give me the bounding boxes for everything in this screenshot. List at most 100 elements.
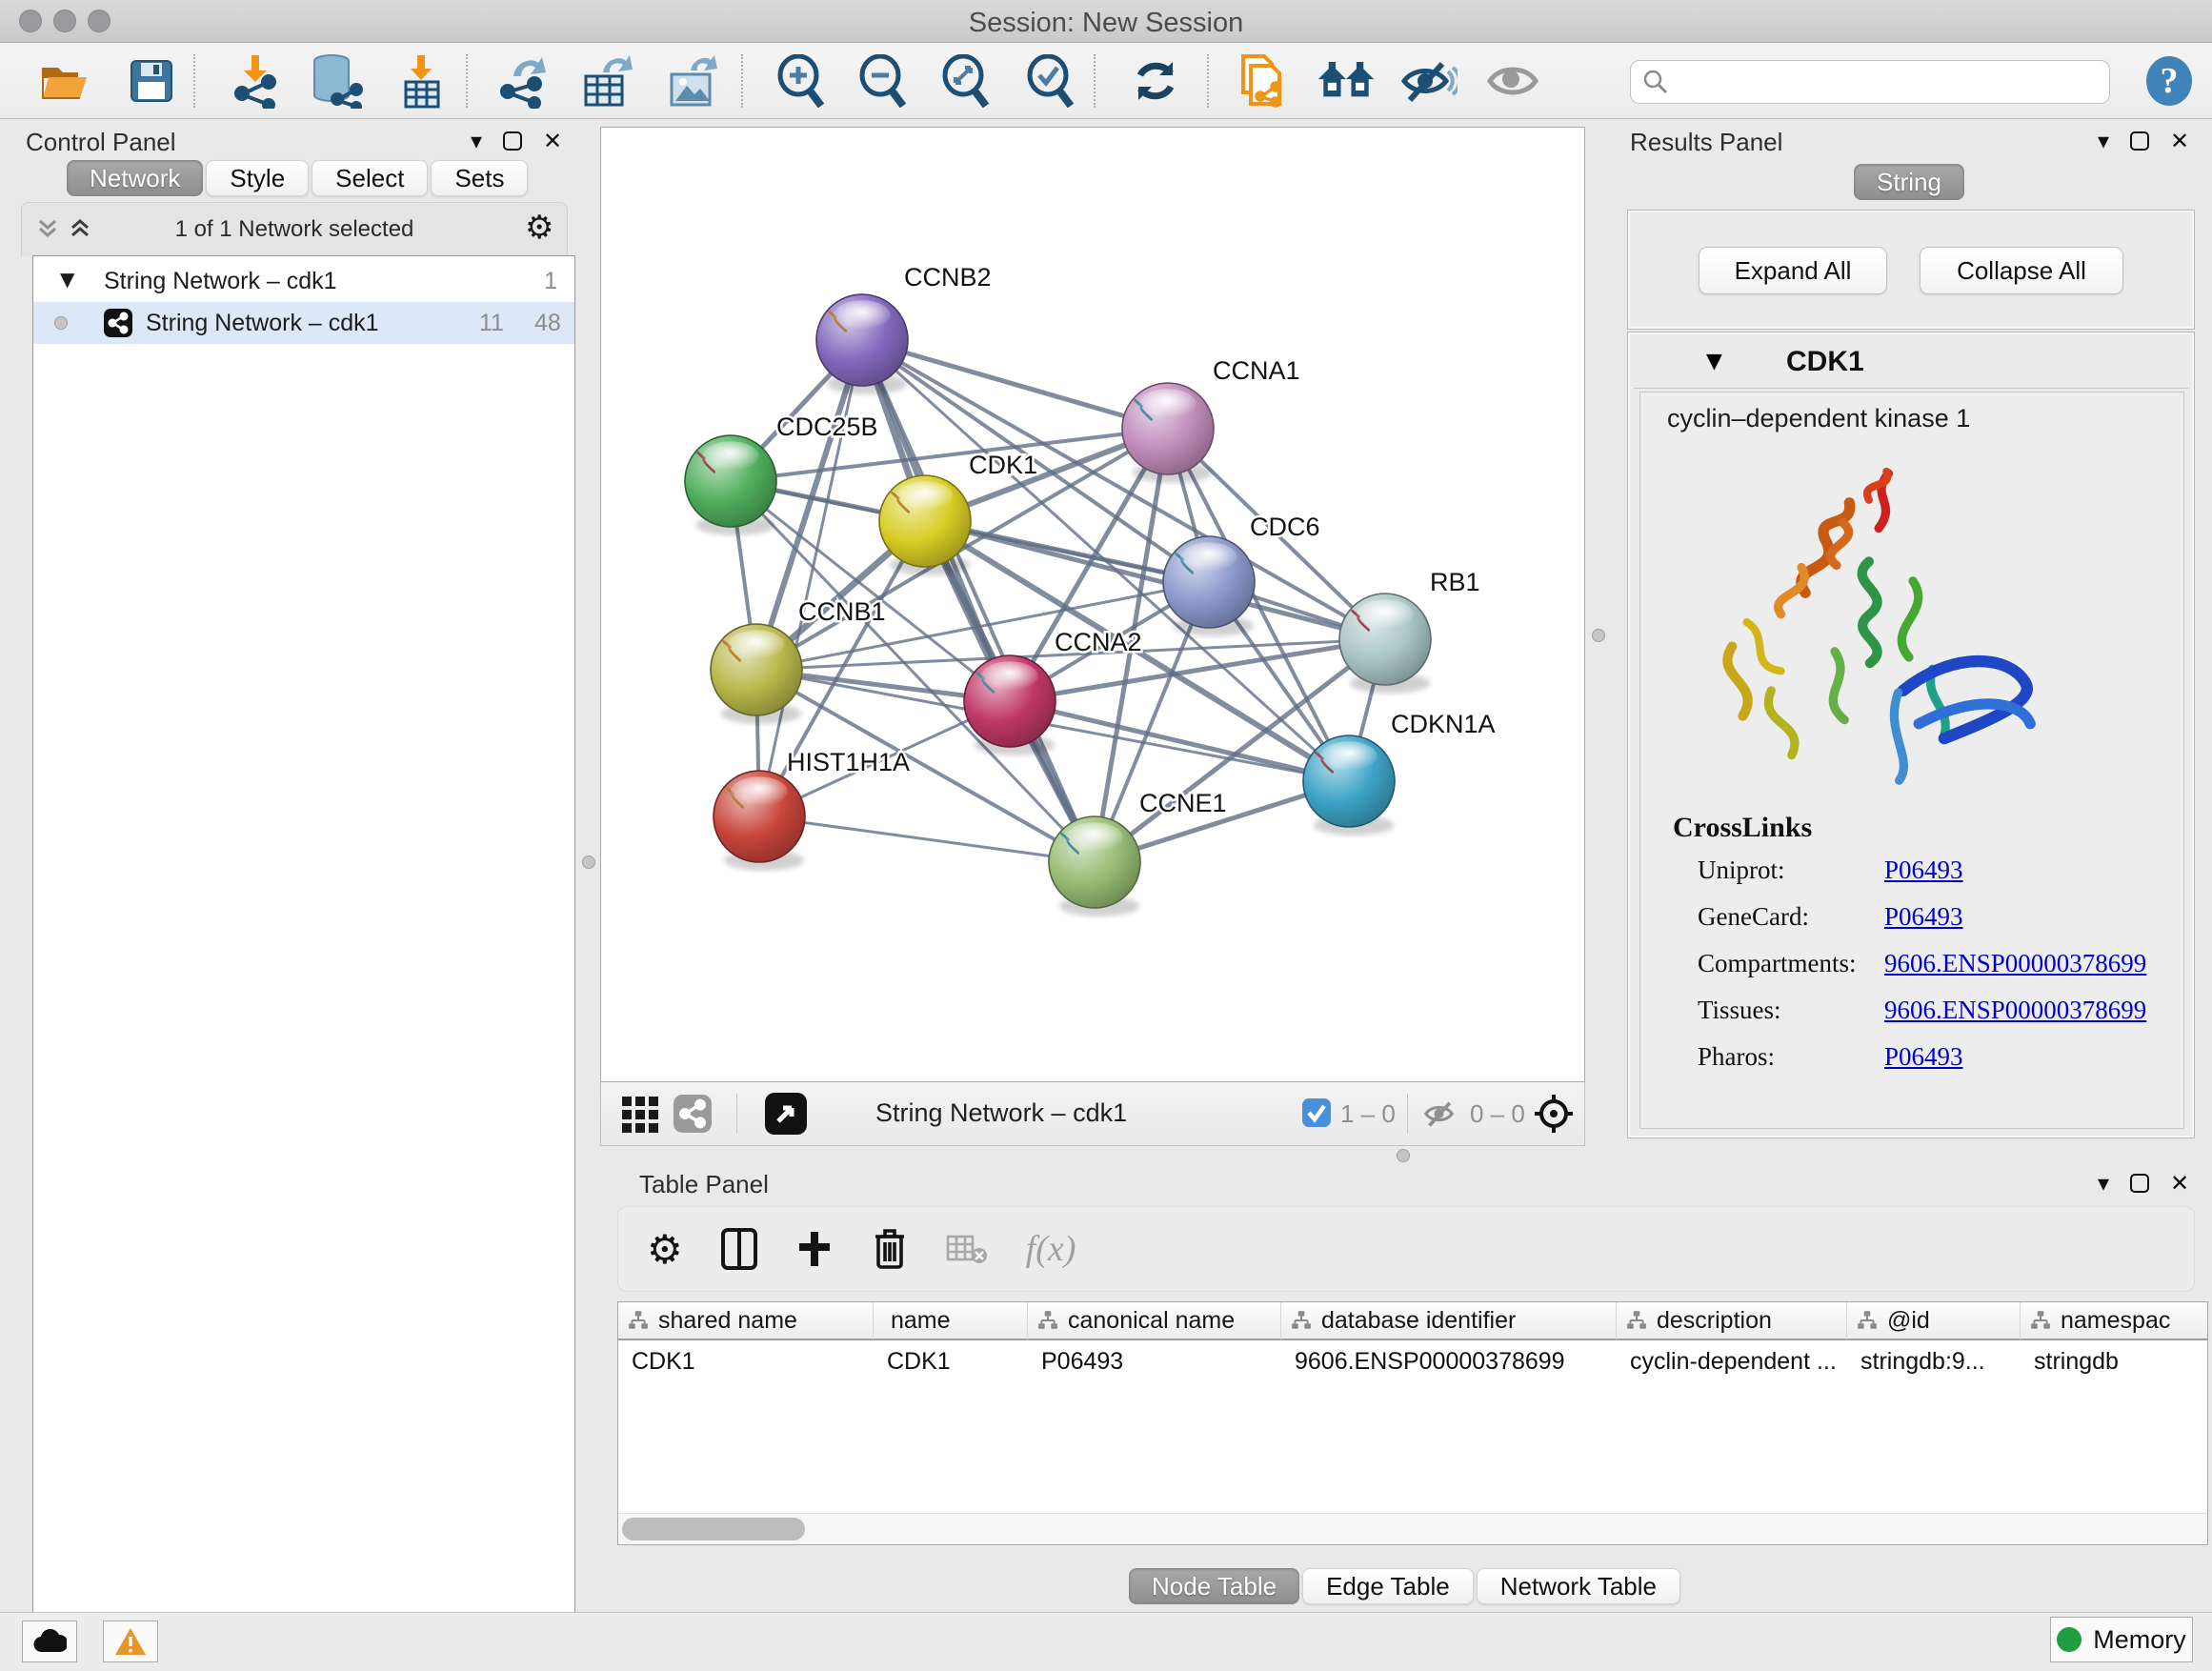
crosslink-value-link[interactable]: 9606.ENSP00000378699 [1884,996,2146,1025]
node-CCNA1[interactable]: CCNA1 [1122,356,1300,483]
column-header--id[interactable]: @id [1847,1302,2021,1340]
fit-selection-crosshair-icon[interactable] [1533,1093,1575,1135]
column-header-database-identifier[interactable]: database identifier [1281,1302,1617,1340]
tab-network[interactable]: Network [67,160,203,196]
show-columns-icon[interactable] [721,1228,757,1270]
help-button[interactable]: ? [2143,54,2195,108]
left-splitter-handle[interactable] [582,856,595,869]
crosslink-value-link[interactable]: P06493 [1884,902,1963,932]
column-header-name[interactable]: name [874,1302,1028,1340]
network-badge-icon[interactable] [674,1095,712,1133]
protein-details: cyclin–dependent kinase 1 [1639,392,2184,1129]
zoom-selected-button[interactable] [1021,51,1080,111]
tab-style[interactable]: Style [206,160,309,196]
zoom-in-button[interactable] [772,51,831,111]
node-CCNE1[interactable]: CCNE1 [1049,789,1227,916]
panel-menu-icon[interactable]: ▾ [2098,130,2109,152]
panel-float-icon[interactable] [2130,131,2149,151]
import-table-button[interactable] [392,51,452,111]
crosslink-value-link[interactable]: P06493 [1884,1042,1963,1072]
edge-HIST1H1A-CCNE1[interactable] [759,816,1095,862]
node-RB1[interactable]: RB1 [1339,568,1480,694]
node-HIST1H1A[interactable]: HIST1H1A [714,748,910,871]
protein-section-header[interactable]: ▼ CDK1 [1634,338,2188,389]
column-header-shared-name[interactable]: shared name [618,1302,874,1340]
column-header-canonical-name[interactable]: canonical name [1028,1302,1281,1340]
tab-sets[interactable]: Sets [431,160,528,196]
duplicate-network-button[interactable] [1232,51,1291,111]
node-CCNB1[interactable]: CCNB1 [711,597,886,724]
panel-float-icon[interactable] [503,131,522,151]
network-row[interactable]: String Network – cdk1 11 48 [33,302,574,344]
edge-CCNA2-CDKN1A[interactable] [1010,701,1349,781]
warning-status-button[interactable] [103,1621,158,1662]
import-network-file-button[interactable] [227,51,286,111]
panel-close-icon[interactable]: ✕ [2170,1172,2189,1195]
save-session-button[interactable] [122,51,181,111]
table-settings-gear-icon[interactable]: ⚙ [647,1226,683,1273]
edge-CCNB2-HIST1H1A[interactable] [759,340,862,816]
panel-menu-icon[interactable]: ▾ [2098,1172,2109,1195]
hide-selected-button[interactable] [1399,51,1458,111]
table-horizontal-scrollbar[interactable] [618,1513,2207,1544]
zoom-fit-button[interactable] [936,51,995,111]
network-canvas[interactable]: CCNB2CCNA1CDC25BCDK1CDC6RB1CCNB1CCNA2CDK… [600,127,1585,1082]
birds-eye-view-icon[interactable] [765,1093,807,1135]
crosslink-value-link[interactable]: P06493 [1884,856,1963,885]
node-CDKN1A[interactable]: CDKN1A [1303,710,1496,836]
protein-description: cyclin–dependent kinase 1 [1667,404,1970,433]
create-column-icon[interactable] [795,1230,834,1268]
table-cell[interactable]: P06493 [1028,1342,1281,1380]
node-table[interactable]: shared nameCDK1nameCDK1canonical nameP06… [617,1301,2208,1545]
tab-select[interactable]: Select [312,160,428,196]
results-panel: Results Panel ▾ ✕ String Expand All Coll… [1610,122,2212,1146]
open-session-button[interactable] [36,51,95,111]
panel-close-icon[interactable]: ✕ [543,130,562,152]
column-header-namespac[interactable]: namespac [2021,1302,2208,1340]
table-cell[interactable]: stringdb [2021,1342,2208,1380]
refresh-view-button[interactable] [1126,51,1185,111]
node-CCNB2[interactable]: CCNB2 [816,263,992,394]
tab-string[interactable]: String [1854,164,1964,200]
collapse-section-icon[interactable]: ▼ [1706,350,1722,373]
protein-structure-image[interactable] [1688,446,2060,798]
grid-view-icon[interactable] [622,1097,658,1133]
table-cell[interactable]: stringdb:9... [1847,1342,2021,1380]
right-splitter-handle[interactable] [1592,629,1605,642]
table-cell[interactable]: cyclin-dependent ... [1617,1342,1847,1380]
panel-float-icon[interactable] [2130,1174,2149,1193]
table-cell[interactable]: CDK1 [874,1342,1028,1380]
table-panel-window-buttons: ▾ ✕ [2098,1172,2189,1195]
tab-network-table[interactable]: Network Table [1477,1568,1680,1604]
expand-all-button[interactable]: Expand All [1699,247,1887,294]
scrollbar-thumb[interactable] [622,1518,805,1540]
panel-menu-icon[interactable]: ▾ [471,130,482,152]
network-options-gear-icon[interactable]: ⚙ [525,209,553,247]
export-image-button[interactable] [663,51,722,111]
panel-close-icon[interactable]: ✕ [2170,130,2189,152]
export-table-button[interactable] [577,51,636,111]
crosslink-value-link[interactable]: 9606.ENSP00000378699 [1884,949,2146,978]
delete-column-trash-icon[interactable] [872,1227,908,1271]
cloud-status-button[interactable] [22,1621,77,1662]
memory-button[interactable]: Memory [2050,1617,2193,1662]
import-network-database-button[interactable] [307,51,366,111]
tab-edge-table[interactable]: Edge Table [1302,1568,1474,1604]
table-cell[interactable]: CDK1 [618,1342,874,1380]
column-header-description[interactable]: description [1617,1302,1847,1340]
crosslink-label: Tissues: [1698,996,1884,1025]
zoom-out-button[interactable] [854,51,913,111]
tab-node-table[interactable]: Node Table [1129,1568,1299,1604]
edge-CCNB2-CCNA1[interactable] [862,340,1168,429]
export-network-button[interactable] [493,51,553,111]
selected-checkbox[interactable] [1302,1098,1331,1127]
collapse-all-button[interactable]: Collapse All [1920,247,2123,294]
search-input[interactable] [1669,67,2082,98]
node-label-CCNA1: CCNA1 [1213,356,1300,385]
horizontal-splitter-handle[interactable] [1397,1149,1410,1162]
show-all-button[interactable] [1483,51,1542,111]
export-table-icon [580,53,633,109]
home-view-button[interactable] [1317,51,1376,111]
table-cell[interactable]: 9606.ENSP00000378699 [1281,1342,1617,1380]
network-collection-row[interactable]: ▼ String Network – cdk1 1 [33,262,574,302]
